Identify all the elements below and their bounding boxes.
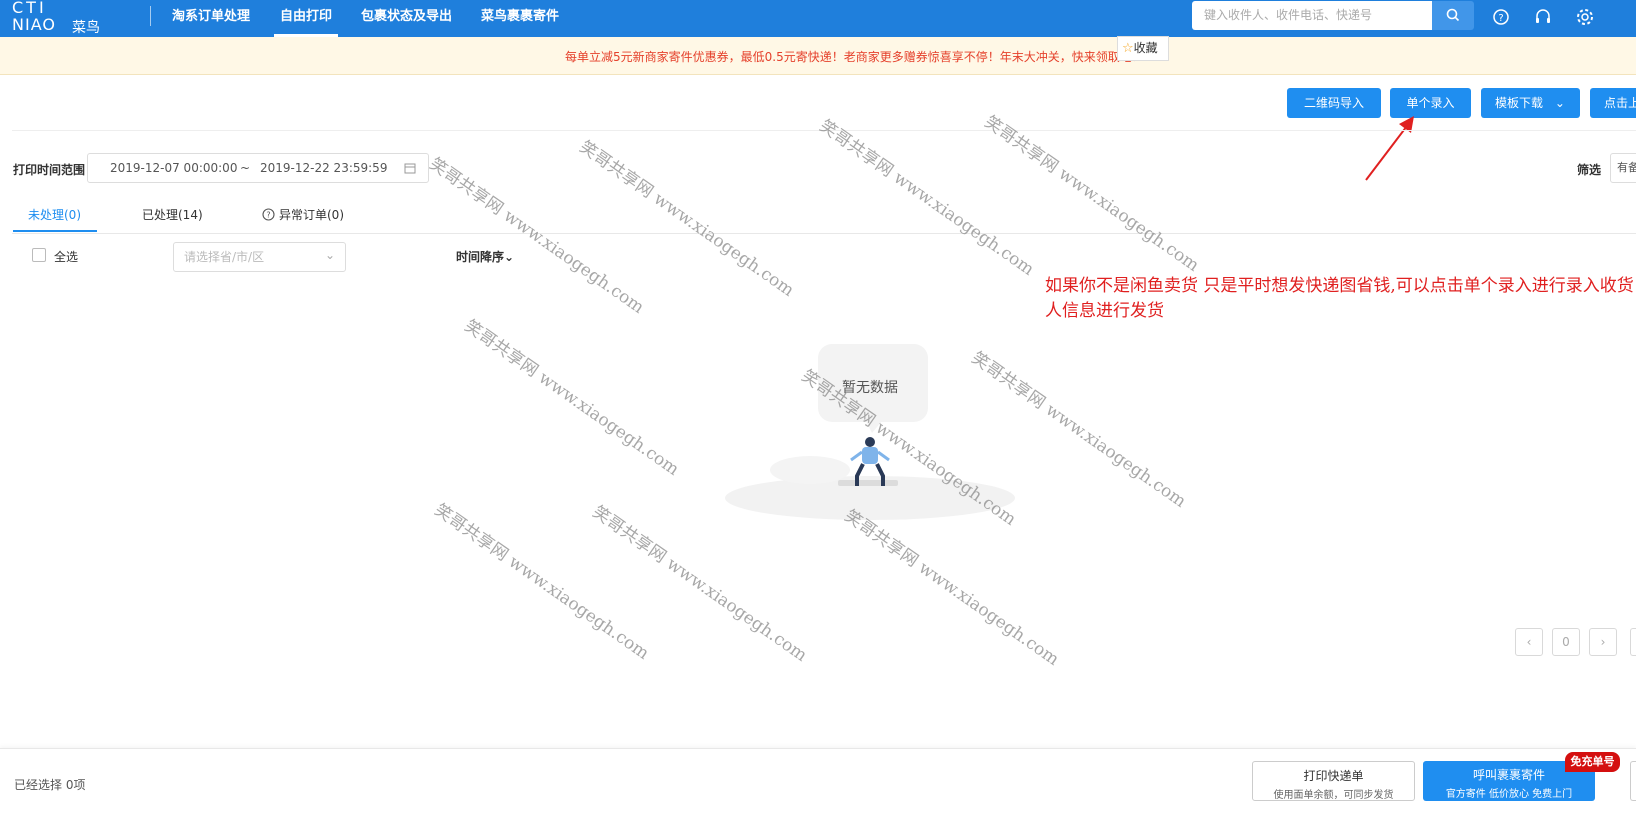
chevron-left-icon: ‹: [1526, 635, 1532, 649]
date-separator: ~: [240, 161, 251, 175]
watermark: 笑哥共享网 www.xiaogegh.com: [430, 500, 653, 664]
cainiao-logo[interactable]: CTI NIAO 菜鸟: [12, 0, 104, 36]
print-waybill-button[interactable]: 打印快递单 使用面单余额，可同步发货: [1252, 761, 1415, 801]
promo-text[interactable]: 每单立减5元新商家寄件优惠券，最低0.5元寄快递！老商家更多赠券惊喜享不停！年末…: [565, 48, 1144, 65]
star-icon: ☆: [1122, 41, 1134, 56]
nav-free-print[interactable]: 自由打印: [274, 0, 339, 37]
tab-abnormal[interactable]: ? 异常订单(0): [262, 206, 344, 223]
nav-taobao-orders[interactable]: 淘系订单处理: [172, 0, 250, 37]
watermark: 笑哥共享网 www.xiaogegh.com: [588, 502, 811, 666]
tabs-divider: [12, 233, 1636, 234]
date-end: 2019-12-22 23:59:59: [260, 161, 388, 175]
annotation-arrow: [1365, 116, 1414, 181]
search-input[interactable]: 键入收件人、收件电话、快递号: [1192, 1, 1432, 30]
help-icon[interactable]: ?: [1490, 6, 1512, 28]
active-tab-indicator: [13, 230, 97, 232]
top-nav-bar: CTI NIAO 菜鸟 淘系订单处理 自由打印 包裹状态及导出 菜鸟裹裹寄件 键…: [0, 0, 1636, 37]
date-range-picker[interactable]: 2019-12-07 00:00:00 ~ 2019-12-22 23:59:5…: [87, 153, 429, 183]
tab-processed[interactable]: 已处理(14): [142, 206, 203, 223]
page-size-select[interactable]: [1630, 628, 1636, 656]
watermark: 笑哥共享网 www.xiaogegh.com: [575, 137, 798, 301]
toolbar-divider: [12, 130, 1636, 131]
chevron-down-icon: ⌄: [504, 250, 515, 264]
svg-text:?: ?: [266, 211, 270, 220]
watermark: 笑哥共享网 www.xiaogegh.com: [460, 316, 683, 480]
svg-text:?: ?: [1498, 13, 1503, 24]
print-time-label: 打印时间范围: [13, 163, 86, 177]
chevron-down-icon: ⌄: [1554, 96, 1565, 110]
annotation-text: 如果你不是闲鱼卖货 只是平时想发快递图省钱,可以点击单个录入进行录入收货人信息进…: [1045, 276, 1634, 321]
calendar-icon: [404, 163, 416, 174]
watermark: 笑哥共享网 www.xiaogegh.com: [815, 116, 1038, 280]
template-download-button[interactable]: 模板下载 ⌄: [1481, 88, 1580, 118]
chevron-right-icon: ›: [1600, 635, 1606, 649]
region-select[interactable]: 请选择省/市/区 ⌄: [173, 242, 346, 272]
empty-state-text: 暂无数据: [842, 380, 898, 396]
favorite-button[interactable]: ☆收藏: [1117, 36, 1169, 61]
screen-label: 筛选: [1577, 163, 1602, 177]
bubble-tail: [866, 421, 882, 433]
extra-footer-button[interactable]: [1630, 761, 1636, 801]
prev-page-button[interactable]: ‹: [1515, 628, 1543, 656]
nav-guoguo-send[interactable]: 菜鸟裹裹寄件: [481, 0, 559, 37]
nav-divider: [150, 6, 151, 26]
headset-icon[interactable]: [1532, 6, 1554, 28]
page-number[interactable]: 0: [1552, 628, 1580, 656]
selected-count: 已经选择 0项: [14, 778, 86, 792]
select-all-label: 全选: [54, 250, 79, 264]
promo-banner: 每单立减5元新商家寄件优惠券，最低0.5元寄快递！老商家更多赠券惊喜享不停！年末…: [0, 37, 1636, 75]
chevron-down-icon: ⌄: [324, 248, 335, 262]
empty-illustration: [725, 437, 1015, 520]
date-start: 2019-12-07 00:00:00: [110, 161, 238, 175]
watermark: 笑哥共享网 www.xiaogegh.com: [980, 112, 1203, 276]
next-page-button[interactable]: ›: [1589, 628, 1617, 656]
footer-bar: 已经选择 0项 打印快递单 使用面单余额，可同步发货 呼叫裹裹寄件 官方寄件 低…: [0, 748, 1636, 814]
screen-select[interactable]: 有备: [1610, 153, 1636, 183]
question-icon: ?: [262, 208, 275, 221]
tab-unprocessed[interactable]: 未处理(0): [28, 206, 81, 223]
select-all-checkbox[interactable]: [32, 248, 46, 262]
watermark: 笑哥共享网 www.xiaogegh.com: [840, 506, 1063, 670]
gear-icon[interactable]: [1574, 6, 1596, 28]
nav-package-status[interactable]: 包裹状态及导出: [361, 0, 452, 37]
sort-time-desc[interactable]: 时间降序⌄: [456, 248, 514, 265]
search-button[interactable]: [1432, 1, 1474, 30]
search-icon: [1446, 8, 1460, 22]
click-upload-button[interactable]: 点击上: [1590, 88, 1636, 118]
free-waybill-badge: 免充单号: [1565, 752, 1620, 772]
